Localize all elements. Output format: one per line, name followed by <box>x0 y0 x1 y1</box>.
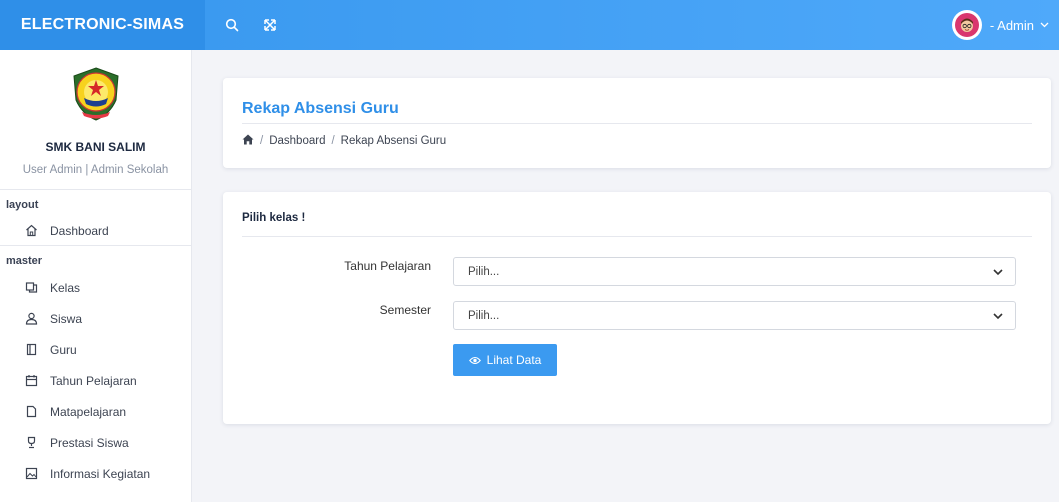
home-icon[interactable] <box>242 134 254 148</box>
page-header-card: Rekap Absensi Guru / Dashboard / Rekap A… <box>223 78 1051 168</box>
avatar <box>951 10 982 40</box>
school-logo <box>72 67 119 121</box>
semester-label: Semester <box>379 303 431 317</box>
breadcrumb-separator: / <box>331 135 335 147</box>
school-name: SMK BANI SALIM <box>45 140 146 154</box>
home-icon <box>24 224 38 238</box>
search-icon[interactable] <box>217 10 247 40</box>
user-menu[interactable]: - Admin <box>951 0 1049 50</box>
sidebar-item-dashboard[interactable]: Dashboard <box>0 216 191 245</box>
divider <box>242 236 1032 237</box>
sidebar-item-label: Tahun Pelajaran <box>50 373 137 388</box>
file-icon <box>24 405 38 419</box>
sidebar-item-label: Matapelajaran <box>50 404 127 419</box>
trophy-icon <box>24 436 38 450</box>
section-label-master: master <box>6 255 43 267</box>
sidebar-item-guru[interactable]: Guru <box>0 334 191 365</box>
top-bar: ELECTRONIC-SIMAS - Admin <box>0 0 1059 50</box>
chevron-down-icon <box>1040 20 1049 31</box>
eye-icon <box>468 356 481 364</box>
book-icon <box>24 343 38 357</box>
breadcrumb-separator: / <box>260 135 264 147</box>
sidebar-item-label: Kelas <box>50 280 81 295</box>
sidebar: SMK BANI SALIM User Admin | Admin Sekola… <box>0 50 192 502</box>
sidebar-profile: SMK BANI SALIM User Admin | Admin Sekola… <box>0 50 191 190</box>
divider <box>242 123 1032 124</box>
user-name: - Admin <box>989 17 1034 33</box>
user-icon <box>24 312 38 326</box>
navbar: - Admin <box>205 0 1059 50</box>
image-icon <box>24 467 38 481</box>
calendar-icon <box>24 374 38 388</box>
sidebar-item-label: Siswa <box>50 311 83 326</box>
form-title: Pilih kelas ! <box>242 212 306 224</box>
tahun-pelajaran-label: Tahun Pelajaran <box>344 259 431 273</box>
breadcrumb: / Dashboard / Rekap Absensi Guru <box>242 134 446 148</box>
chevron-down-icon <box>993 267 1003 279</box>
tahun-pelajaran-select[interactable]: Pilih... <box>453 257 1016 286</box>
sidebar-item-informasi-kegiatan[interactable]: Informasi Kegiatan <box>0 458 191 489</box>
sidebar-item-label: Guru <box>50 342 77 357</box>
sidebar-item-label: Informasi Kegiatan <box>50 466 151 481</box>
breadcrumb-dashboard[interactable]: Dashboard <box>269 135 325 147</box>
page-title: Rekap Absensi Guru <box>242 100 399 117</box>
button-label: Lihat Data <box>486 353 542 367</box>
section-label-layout: layout <box>6 199 39 211</box>
filter-form-card: Pilih kelas ! Tahun Pelajaran Pilih... S… <box>223 192 1051 424</box>
copy-icon <box>24 281 38 295</box>
sidebar-item-label: Prestasi Siswa <box>50 435 129 450</box>
sidebar-item-tahun-pelajaran[interactable]: Tahun Pelajaran <box>0 365 191 396</box>
lihat-data-button[interactable]: Lihat Data <box>453 344 557 376</box>
sidebar-item-siswa[interactable]: Siswa <box>0 303 191 334</box>
semester-select[interactable]: Pilih... <box>453 301 1016 330</box>
sidebar-item-matapelajaran[interactable]: Matapelajaran <box>0 396 191 427</box>
sidebar-item-kelas[interactable]: Kelas <box>0 272 191 303</box>
select-value: Pilih... <box>468 309 500 322</box>
breadcrumb-current: Rekap Absensi Guru <box>340 135 447 147</box>
sidebar-item-label: Dashboard <box>50 223 109 238</box>
sidebar-item-prestasi-siswa[interactable]: Prestasi Siswa <box>0 427 191 458</box>
school-role: User Admin | Admin Sekolah <box>22 164 169 176</box>
chevron-down-icon <box>993 311 1003 323</box>
fullscreen-icon[interactable] <box>255 10 285 40</box>
brand-logo[interactable]: ELECTRONIC-SIMAS <box>0 0 205 50</box>
select-value: Pilih... <box>468 265 500 278</box>
